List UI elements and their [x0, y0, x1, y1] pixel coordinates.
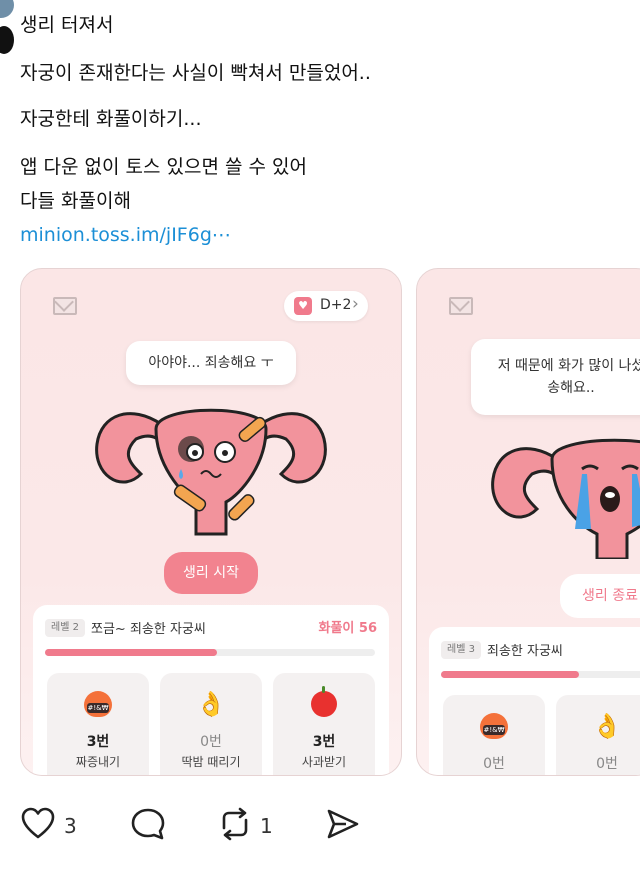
share-icon[interactable] [324, 806, 360, 842]
crying-uterus-character-icon [491, 438, 640, 559]
period-end-button[interactable]: 생리 종료 [560, 574, 640, 618]
injured-uterus-character-icon [95, 408, 327, 536]
thread-line-dot [0, 26, 14, 54]
post-link[interactable]: minion.toss.im/jIF6g⋯ [20, 224, 231, 246]
stat-card-flick[interactable]: 👌 0번 [556, 695, 640, 775]
stat-count: 0번 [200, 734, 222, 750]
stat-label: 사과받기 [301, 755, 347, 769]
level-name: 쪼금~ 죄송한 자궁씨 [91, 622, 206, 637]
repost-icon[interactable] [216, 806, 254, 842]
heart-calendar-icon: ♥ [294, 297, 312, 315]
dday-pill: ♥ D+2 › [284, 291, 368, 321]
stat-card-flick[interactable]: 👌 0번 딱밤 때리기 [160, 673, 262, 775]
level-panel: 레벨 3 죄송한 자궁씨 #!&₩ 0번 👌 0번 [429, 627, 640, 775]
avatar[interactable] [0, 0, 14, 18]
mail-icon [53, 297, 77, 315]
post-action-bar: 3 1 [0, 806, 640, 846]
level-badge: 레벨 2 [45, 619, 85, 637]
stat-card-annoy[interactable]: #!&₩ 3번 짜증내기 [47, 673, 149, 775]
mail-icon [449, 297, 473, 315]
post-author[interactable]: 생리 터져서 [20, 10, 113, 37]
speech-bubble: 저 때문에 화가 많이 나셨 송해요.. [471, 339, 640, 415]
chevron-right-icon: › [352, 294, 359, 314]
ok-hand-icon: 👌 [592, 712, 622, 740]
stat-card-annoy[interactable]: #!&₩ 0번 [443, 695, 545, 775]
stat-count: 3번 [312, 734, 336, 750]
speech-bubble: 아야야... 죄송해요 ㅜ [126, 341, 296, 385]
level-progress-fill [45, 649, 217, 656]
comment-icon[interactable] [130, 806, 166, 842]
angry-face-icon: #!&₩ [84, 691, 112, 717]
post-text-line: 다들 화풀이해 [20, 190, 131, 212]
stat-count: 0번 [596, 756, 618, 772]
post-text-line: 앱 다운 없이 토스 있으면 쓸 수 있어 [20, 156, 307, 178]
level-name: 죄송한 자궁씨 [487, 644, 563, 659]
level-progress-bar [45, 649, 375, 656]
stat-count: 3번 [86, 734, 110, 750]
period-start-button[interactable]: 생리 시작 [164, 552, 258, 594]
heart-icon[interactable] [20, 806, 56, 842]
post-text-line: 자궁한테 화풀이하기... [20, 108, 202, 130]
ok-hand-icon: 👌 [196, 690, 226, 718]
speech-bubble-line: 저 때문에 화가 많이 나셨 [497, 358, 640, 374]
anger-score: 화풀이 56 [318, 621, 378, 636]
stat-label: 짜증내기 [75, 755, 121, 769]
stat-count: 0번 [483, 756, 505, 772]
level-progress-bar [441, 671, 640, 678]
post-text-line: 자궁이 존재한다는 사실이 빡쳐서 만들었어.. [20, 62, 371, 84]
apple-icon [311, 686, 337, 717]
speech-bubble-line: 송해요.. [547, 380, 595, 396]
level-progress-fill [441, 671, 579, 678]
stat-card-apology[interactable]: 3번 사과받기 [273, 673, 375, 775]
level-badge: 레벨 3 [441, 641, 481, 659]
stat-label: 딱밤 때리기 [181, 755, 241, 769]
repost-count: 1 [260, 814, 273, 838]
like-count: 3 [64, 814, 77, 838]
angry-face-icon: #!&₩ [480, 713, 508, 739]
app-preview-image-2[interactable]: 저 때문에 화가 많이 나셨 송해요.. 생리 종료 레벨 3 죄송한 자궁씨 … [416, 268, 640, 776]
dday-label: D+2 [320, 297, 352, 313]
app-preview-image-1[interactable]: ♥ D+2 › 아야야... 죄송해요 ㅜ 생리 시작 레벨 2 쪼금~ 죄송한… [20, 268, 402, 776]
level-panel: 레벨 2 쪼금~ 죄송한 자궁씨 화풀이 56 #!&₩ 3번 짜증내기 👌 0… [33, 605, 389, 775]
